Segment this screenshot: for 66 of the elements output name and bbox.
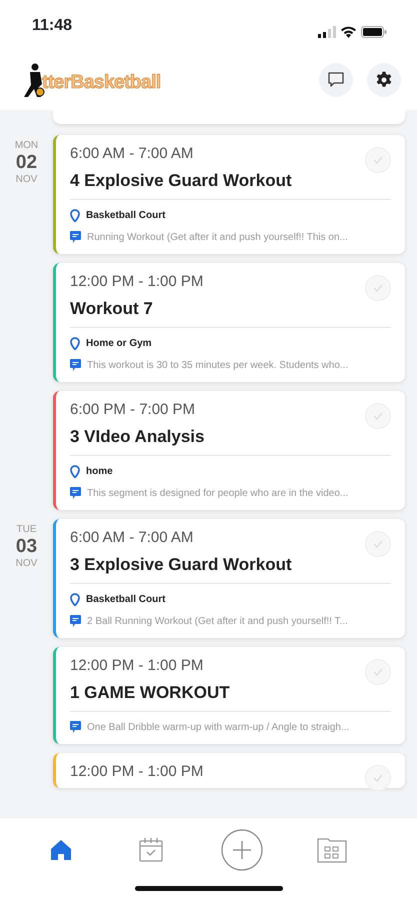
complete-checkbox[interactable] — [365, 403, 391, 429]
event-location: Home or Gym — [86, 336, 152, 350]
folder-icon — [316, 837, 347, 863]
event-card[interactable]: 12:00 PM - 1:00 PM 1 GAME WORKOUT One Ball Dribble warm-up with warm-up / Angle to straigh... — [53, 647, 405, 744]
note-icon — [70, 231, 81, 243]
check-icon — [373, 284, 383, 292]
event-card[interactable]: 6:00 PM - 7:00 PM 3 VIdeo Analysis home This segment is designed for people who are in the video... — [53, 391, 405, 510]
complete-checkbox[interactable] — [365, 275, 391, 301]
settings-icon — [375, 71, 393, 89]
check-icon — [373, 668, 383, 676]
add-icon — [220, 829, 263, 871]
event-note: This workout is 30 to 35 minutes per week. Students who... — [87, 358, 348, 372]
weekday-label: TUE — [16, 524, 38, 536]
event-note: This segment is designed for people who are in the video... — [87, 486, 348, 500]
location-pin-icon — [70, 336, 80, 350]
location-pin-icon — [70, 208, 80, 222]
event-note: 2 Ball Running Workout (Get after it and push yourself!! T... — [87, 614, 348, 628]
day-number: 02 — [14, 152, 38, 174]
event-title: 3 Explosive Guard Workout — [70, 554, 293, 576]
event-card[interactable]: 12:00 PM - 1:00 PM — [53, 753, 405, 788]
month-label: NOV — [14, 174, 38, 186]
event-time: 6:00 AM - 7:00 AM — [70, 528, 194, 548]
home-icon — [49, 838, 74, 862]
settings-button[interactable] — [367, 63, 401, 97]
event-location: Basketball Court — [86, 208, 166, 222]
note-icon — [70, 359, 81, 371]
logo-text: tterBasketball — [42, 70, 161, 94]
check-icon — [373, 774, 383, 782]
check-icon — [373, 156, 383, 164]
event-title: 3 VIdeo Analysis — [70, 426, 206, 448]
event-location: home — [86, 464, 113, 478]
check-icon — [373, 540, 383, 548]
weekday-label: MON — [14, 140, 40, 152]
status-time: 11:48 — [32, 16, 72, 36]
event-time: 12:00 PM - 1:00 PM — [70, 762, 204, 782]
event-time: 12:00 PM - 1:00 PM — [70, 272, 204, 292]
calendar-check-icon — [138, 837, 164, 863]
wifi-icon — [340, 26, 357, 38]
event-card[interactable]: 6:00 AM - 7:00 AM 4 Explosive Guard Workout Basketball Court Running Workout (Get after it and push yourself!! This on... — [53, 135, 405, 254]
chat-icon — [327, 71, 345, 89]
day-number: 03 — [14, 536, 38, 558]
complete-checkbox[interactable] — [365, 147, 391, 173]
battery-icon — [361, 26, 387, 38]
event-title: 4 Explosive Guard Workout — [70, 170, 293, 192]
complete-checkbox[interactable] — [365, 659, 391, 685]
chat-button[interactable] — [319, 63, 353, 97]
event-time: 12:00 PM - 1:00 PM — [70, 656, 204, 676]
note-icon — [70, 487, 81, 499]
event-card[interactable]: 12:00 PM - 1:00 PM Workout 7 Home or Gym This workout is 30 to 35 minutes per week. Students who... — [53, 263, 405, 382]
note-icon — [70, 615, 81, 627]
event-card[interactable]: 6:00 AM - 7:00 AM 3 Explosive Guard Workout Basketball Court 2 Ball Running Workout (Get after it and push yourself!! T... — [53, 519, 405, 638]
event-title: Workout 7 — [70, 298, 154, 320]
event-location: Basketball Court — [86, 592, 166, 606]
check-icon — [373, 412, 383, 420]
signal-icon — [318, 26, 336, 38]
complete-checkbox[interactable] — [365, 531, 391, 557]
event-note: One Ball Dribble warm-up with warm-up / Angle to straigh... — [87, 720, 350, 734]
location-pin-icon — [70, 592, 80, 606]
complete-checkbox[interactable] — [365, 765, 391, 791]
event-time: 6:00 PM - 7:00 PM — [70, 400, 196, 420]
event-time: 6:00 AM - 7:00 AM — [70, 144, 194, 164]
event-title: 1 GAME WORKOUT — [70, 682, 231, 704]
location-pin-icon — [70, 464, 80, 478]
event-note: Running Workout (Get after it and push yourself!! This on... — [87, 230, 348, 244]
note-icon — [70, 721, 81, 733]
month-label: NOV — [14, 558, 38, 570]
